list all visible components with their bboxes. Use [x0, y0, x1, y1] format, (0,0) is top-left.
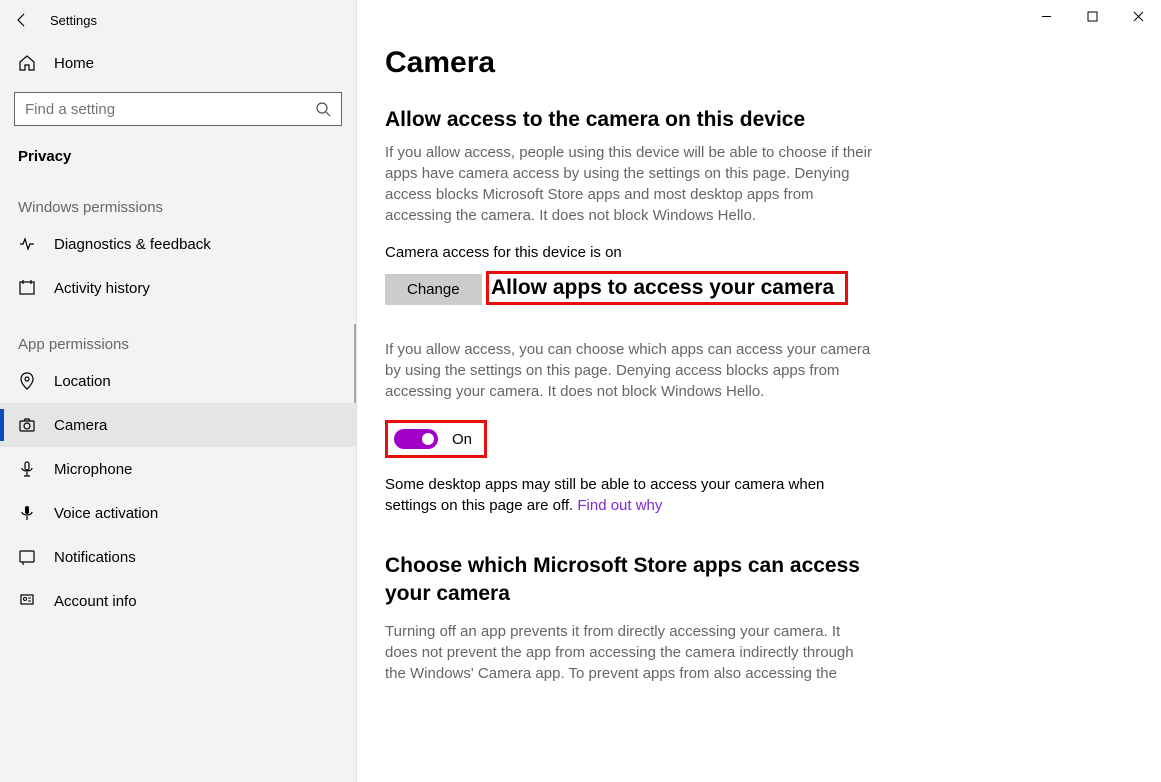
- minimize-button[interactable]: [1023, 0, 1069, 32]
- section2-heading: Allow apps to access your camera: [491, 276, 834, 300]
- sidebar-item-label: Camera: [54, 417, 107, 434]
- sidebar-home[interactable]: Home: [0, 40, 356, 82]
- notifications-icon: [18, 548, 36, 566]
- home-label: Home: [54, 55, 94, 72]
- window-title: Settings: [50, 13, 97, 28]
- sidebar-section-privacy: Privacy: [0, 126, 356, 173]
- sidebar-item-label: Notifications: [54, 549, 136, 566]
- section1-desc: If you allow access, people using this d…: [385, 142, 875, 226]
- annotation-highlight-toggle: On: [385, 420, 487, 458]
- camera-icon: [18, 416, 36, 434]
- section2-desc: If you allow access, you can choose whic…: [385, 339, 875, 402]
- section3-heading: Choose which Microsoft Store apps can ac…: [385, 552, 885, 609]
- sidebar-item-label: Voice activation: [54, 505, 158, 522]
- section1-heading: Allow access to the camera on this devic…: [385, 108, 1121, 132]
- toggle-knob: [422, 433, 434, 445]
- page-title: Camera: [385, 46, 1121, 80]
- group-windows-permissions: Windows permissions: [0, 173, 356, 222]
- search-input[interactable]: [25, 101, 315, 118]
- account-icon: [18, 592, 36, 610]
- back-button[interactable]: [12, 10, 32, 30]
- sidebar-item-notifications[interactable]: Notifications: [0, 535, 356, 579]
- window-controls: [1023, 0, 1161, 32]
- sidebar-item-camera[interactable]: Camera: [0, 403, 356, 447]
- sidebar-item-activity[interactable]: Activity history: [0, 266, 356, 310]
- main-content: Camera Allow access to the camera on thi…: [357, 0, 1161, 782]
- sidebar-item-label: Account info: [54, 593, 137, 610]
- sidebar: Settings Home Privacy Windows permission…: [0, 0, 357, 782]
- section3-desc: Turning off an app prevents it from dire…: [385, 621, 875, 684]
- change-button[interactable]: Change: [385, 274, 482, 305]
- diagnostics-icon: [18, 235, 36, 253]
- search-icon: [315, 101, 331, 117]
- sidebar-item-voice[interactable]: Voice activation: [0, 491, 356, 535]
- camera-access-status: Camera access for this device is on: [385, 244, 1121, 261]
- home-icon: [18, 54, 36, 72]
- allow-apps-toggle[interactable]: [394, 429, 438, 449]
- sidebar-item-account[interactable]: Account info: [0, 579, 356, 623]
- sidebar-item-location[interactable]: Location: [0, 359, 356, 403]
- sidebar-item-label: Location: [54, 373, 111, 390]
- activity-icon: [18, 279, 36, 297]
- close-button[interactable]: [1115, 0, 1161, 32]
- sidebar-item-diagnostics[interactable]: Diagnostics & feedback: [0, 222, 356, 266]
- voice-icon: [18, 504, 36, 522]
- annotation-highlight-heading: Allow apps to access your camera: [486, 271, 848, 305]
- microphone-icon: [18, 460, 36, 478]
- sidebar-item-microphone[interactable]: Microphone: [0, 447, 356, 491]
- sidebar-item-label: Microphone: [54, 461, 132, 478]
- find-out-why-link[interactable]: Find out why: [577, 497, 662, 514]
- section2-note: Some desktop apps may still be able to a…: [385, 474, 855, 516]
- sidebar-item-label: Diagnostics & feedback: [54, 236, 211, 253]
- toggle-state-label: On: [452, 431, 472, 448]
- titlebar: Settings: [0, 0, 356, 40]
- group-app-permissions: App permissions: [0, 310, 356, 359]
- sidebar-item-label: Activity history: [54, 280, 150, 297]
- maximize-button[interactable]: [1069, 0, 1115, 32]
- sidebar-scroll[interactable]: Home Privacy Windows permissions Diagnos…: [0, 40, 356, 782]
- location-icon: [18, 372, 36, 390]
- search-box[interactable]: [14, 92, 342, 126]
